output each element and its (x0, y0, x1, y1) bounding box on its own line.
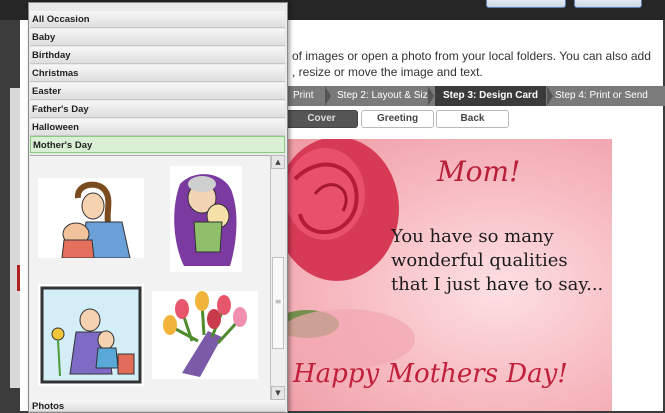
clipart-category-panel: All Occasion Baby Birthday Christmas Eas… (28, 2, 288, 413)
tab-back[interactable]: Back (436, 110, 509, 128)
top-toolbar-button-2[interactable] (574, 0, 642, 8)
step-tab-print[interactable]: Print (293, 86, 314, 106)
clipart-thumbnail[interactable] (38, 284, 144, 386)
category-photos[interactable]: Photos (30, 400, 285, 412)
card-message-line-1: You have so many (391, 226, 554, 247)
step-separator-icon (325, 86, 331, 106)
scroll-grip-icon: ≡ (274, 297, 282, 306)
scroll-up-icon[interactable]: ▲ (271, 155, 285, 169)
category-mothers-day[interactable]: Mother's Day (30, 136, 285, 153)
step-separator-icon (547, 86, 553, 106)
mother-holding-baby-clipart-icon (61, 181, 131, 259)
category-all-occasion[interactable]: All Occasion (30, 11, 285, 28)
mother-and-child-in-frame-clipart-icon (40, 286, 142, 384)
step-separator-icon (428, 86, 434, 106)
card-heading[interactable]: Mom! (437, 155, 520, 188)
card-message[interactable]: You have so many wonderful qualities tha… (391, 225, 603, 297)
card-preview[interactable]: Mom! You have so many wonderful qualitie… (285, 139, 612, 411)
category-baby[interactable]: Baby (30, 29, 285, 46)
step-tab-design-card[interactable]: Step 3: Design Card (435, 86, 547, 106)
instructions-text: of images or open a photo from your loca… (292, 48, 652, 80)
card-message-line-3: that I just have to say... (391, 274, 604, 295)
gallery-scrollbar[interactable]: ▲ ≡ ▼ (270, 155, 285, 400)
category-christmas[interactable]: Christmas (30, 65, 285, 82)
instructions-line-2: , resize or move the image and text. (292, 65, 483, 79)
grandmother-hugging-child-clipart-icon (174, 174, 237, 266)
tab-cover[interactable]: Cover (285, 110, 358, 128)
tulip-bouquet-clipart-icon (163, 291, 247, 377)
category-birthday[interactable]: Birthday (30, 47, 285, 64)
category-fathers-day[interactable]: Father's Day (30, 101, 285, 118)
scroll-down-icon[interactable]: ▼ (271, 386, 285, 400)
clipart-thumbnail[interactable] (170, 166, 242, 272)
top-toolbar-button[interactable] (486, 0, 566, 8)
tab-greeting[interactable]: Greeting (361, 110, 434, 128)
category-easter[interactable]: Easter (30, 83, 285, 100)
card-message-line-2: wonderful qualities (391, 250, 568, 271)
step-tab-layout-size[interactable]: Step 2: Layout & Size (337, 86, 433, 106)
clipart-thumbnail[interactable] (38, 178, 144, 259)
clipart-gallery (30, 155, 270, 401)
scrollbar-thumb[interactable]: ≡ (272, 257, 284, 349)
step-tab-print-send[interactable]: Step 4: Print or Send (555, 86, 648, 106)
instructions-line-1: of images or open a photo from your loca… (292, 49, 651, 63)
clipart-thumbnail[interactable] (152, 291, 258, 379)
step-navigation: Print Step 2: Layout & Size Step 3: Desi… (285, 86, 665, 106)
card-footer-greeting[interactable]: Happy Mothers Day! (293, 359, 568, 389)
category-halloween[interactable]: Halloween (30, 119, 285, 136)
